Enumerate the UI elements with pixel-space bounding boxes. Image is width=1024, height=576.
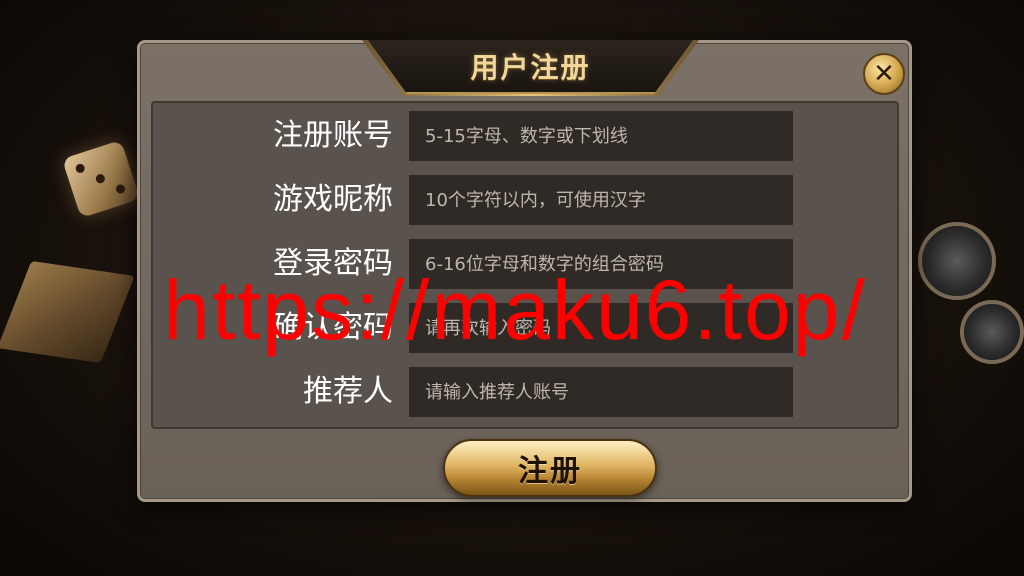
title-tab: 用户注册 — [368, 40, 693, 94]
nickname-input[interactable] — [409, 175, 793, 225]
form-row-password: 登录密码 — [153, 239, 897, 289]
confirm-password-label: 确认密码 — [273, 310, 393, 345]
registration-form: 注册账号 游戏昵称 登录密码 确认密码 推荐人 — [151, 101, 899, 429]
account-input[interactable] — [409, 111, 793, 161]
dice-decoration — [61, 139, 141, 219]
register-button-label: 注册 — [518, 454, 582, 489]
confirm-password-input[interactable] — [409, 303, 793, 353]
poker-chip-decoration — [918, 222, 996, 300]
poker-chip-decoration — [960, 300, 1024, 364]
form-row-confirm-password: 确认密码 — [153, 303, 897, 353]
form-row-nickname: 游戏昵称 — [153, 175, 897, 225]
close-button[interactable]: ✕ — [863, 53, 905, 95]
form-row-account: 注册账号 — [153, 111, 897, 161]
close-icon: ✕ — [873, 59, 895, 89]
referrer-input[interactable] — [409, 367, 793, 417]
form-row-referrer: 推荐人 — [153, 367, 897, 417]
nickname-label: 游戏昵称 — [273, 182, 393, 217]
referrer-label: 推荐人 — [303, 374, 393, 409]
password-label: 登录密码 — [273, 246, 393, 281]
register-button[interactable]: 注册 — [443, 439, 657, 497]
register-dialog: 用户注册 ✕ 注册账号 游戏昵称 登录密码 确认密码 推荐人 注册 — [137, 40, 912, 502]
dialog-title: 用户注册 — [470, 51, 591, 84]
playing-card-decoration — [0, 260, 135, 364]
password-input[interactable] — [409, 239, 793, 289]
account-label: 注册账号 — [273, 118, 393, 153]
